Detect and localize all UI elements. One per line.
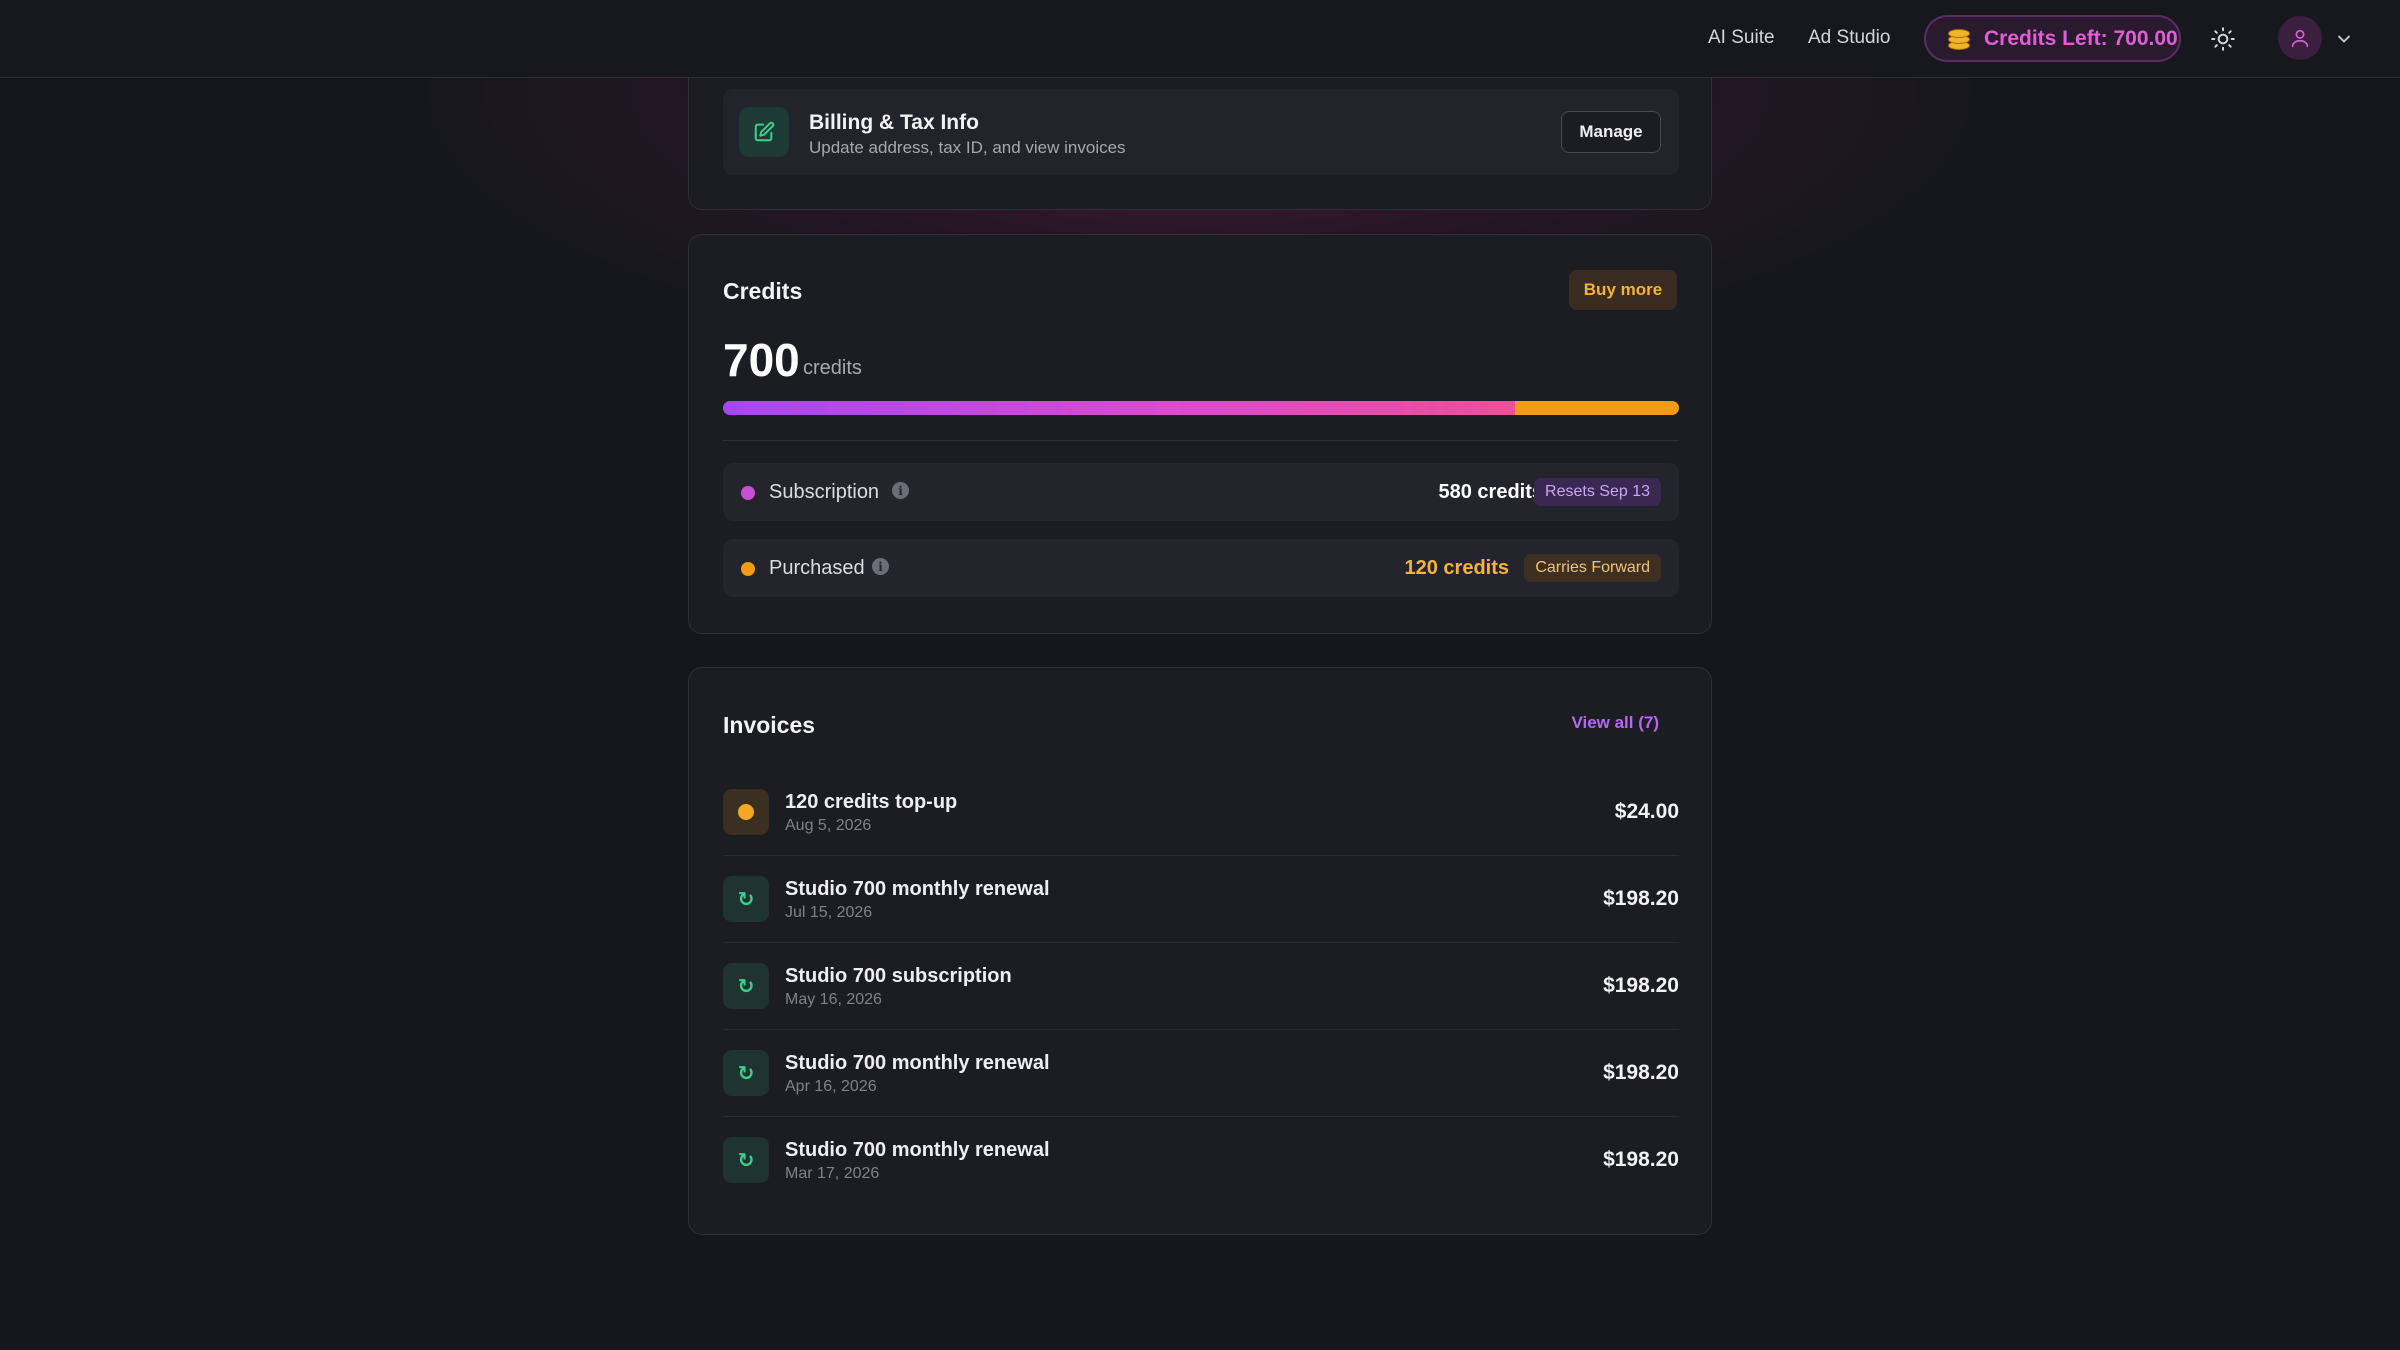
- credit-row-amount: 120 credits: [1404, 557, 1509, 579]
- coin-icon: [723, 789, 769, 835]
- manage-button[interactable]: Manage: [1561, 111, 1661, 153]
- credits-left-button[interactable]: Credits Left: 700.00: [1924, 15, 2181, 62]
- renew-icon: ↻: [723, 1137, 769, 1183]
- sun-icon: [2211, 27, 2235, 51]
- invoices-card: Invoices View all (7) 120 credits top-up…: [688, 667, 1712, 1235]
- invoices-title: Invoices: [723, 712, 816, 738]
- info-icon[interactable]: i: [892, 482, 909, 499]
- invoice-date: Mar 17, 2026: [785, 1165, 880, 1182]
- invoice-title: 120 credits top-up: [785, 791, 958, 813]
- invoice-title: Studio 700 monthly renewal: [785, 1052, 1050, 1074]
- coin-stack-icon: [1944, 26, 1972, 52]
- invoice-title: Studio 700 monthly renewal: [785, 1139, 1050, 1161]
- user-icon: [2291, 29, 2309, 48]
- invoice-amount: $24.00: [1614, 800, 1679, 823]
- nav-link-ai-suite[interactable]: AI Suite: [1708, 27, 1775, 49]
- status-badge: Carries Forward: [1524, 554, 1661, 582]
- renew-icon: ↻: [723, 1050, 769, 1096]
- credits-title: Credits: [723, 278, 803, 304]
- renew-icon: ↻: [723, 963, 769, 1009]
- invoice-title: Studio 700 monthly renewal: [785, 878, 1050, 900]
- top-navbar: AI Suite Ad Studio Credits Left: 700.00: [0, 0, 2400, 78]
- billing-tax-row: Billing & Tax Info Update address, tax I…: [723, 89, 1679, 175]
- invoice-date: Apr 16, 2026: [785, 1078, 877, 1095]
- invoice-date: Jul 15, 2026: [785, 904, 873, 921]
- credit-row-amount: 580 credits: [1438, 481, 1543, 503]
- credit-row-label: Purchased: [769, 557, 865, 579]
- billing-title: Billing & Tax Info: [809, 111, 979, 134]
- status-badge: Resets Sep 13: [1534, 478, 1661, 506]
- invoice-amount: $198.20: [1603, 887, 1679, 910]
- renew-icon: ↻: [723, 876, 769, 922]
- credits-card: Credits Buy more 700 credits Subscriptio…: [688, 234, 1712, 634]
- invoice-amount: $198.20: [1603, 1148, 1679, 1171]
- buy-more-button[interactable]: Buy more: [1569, 270, 1677, 310]
- invoice-title: Studio 700 subscription: [785, 965, 1012, 987]
- edit-icon: [754, 121, 775, 142]
- invoice-row[interactable]: ↻ Studio 700 monthly renewal Mar 17, 202…: [723, 1117, 1679, 1204]
- edit-icon-container: [739, 107, 789, 157]
- credits-progress-bar: [723, 401, 1679, 415]
- divider: [723, 440, 1679, 441]
- purchased-dot: [741, 562, 755, 576]
- progress-purchased-segment: [1515, 401, 1679, 415]
- view-all-invoices-link[interactable]: View all (7): [1571, 713, 1659, 733]
- subscription-dot: [741, 486, 755, 500]
- invoice-amount: $198.20: [1603, 974, 1679, 997]
- credit-row-purchased: Purchased i 120 credits Carries Forward: [723, 539, 1679, 597]
- credits-total: 700: [723, 334, 800, 386]
- invoice-amount: $198.20: [1603, 1061, 1679, 1084]
- invoice-date: May 16, 2026: [785, 991, 882, 1008]
- credits-unit: credits: [803, 357, 862, 379]
- credit-row-subscription: Subscription i 580 credits Resets Sep 13: [723, 463, 1679, 521]
- invoice-row[interactable]: 120 credits top-up Aug 5, 2026 $24.00: [723, 769, 1679, 856]
- chevron-down-icon[interactable]: [2334, 29, 2354, 49]
- progress-subscription-segment: [723, 401, 1516, 415]
- invoice-row[interactable]: ↻ Studio 700 subscription May 16, 2026 $…: [723, 943, 1679, 1030]
- invoice-row[interactable]: ↻ Studio 700 monthly renewal Jul 15, 202…: [723, 856, 1679, 943]
- invoice-row[interactable]: ↻ Studio 700 monthly renewal Apr 16, 202…: [723, 1030, 1679, 1117]
- user-avatar-button[interactable]: [2278, 16, 2322, 60]
- info-icon[interactable]: i: [872, 558, 889, 575]
- billing-subtitle: Update address, tax ID, and view invoice…: [809, 138, 1126, 157]
- credit-row-label: Subscription: [769, 481, 880, 503]
- invoice-date: Aug 5, 2026: [785, 817, 872, 834]
- credits-left-label: Credits Left: 700.00: [1984, 26, 2178, 50]
- nav-link-ad-studio[interactable]: Ad Studio: [1808, 27, 1890, 49]
- theme-toggle-button[interactable]: [2206, 22, 2240, 56]
